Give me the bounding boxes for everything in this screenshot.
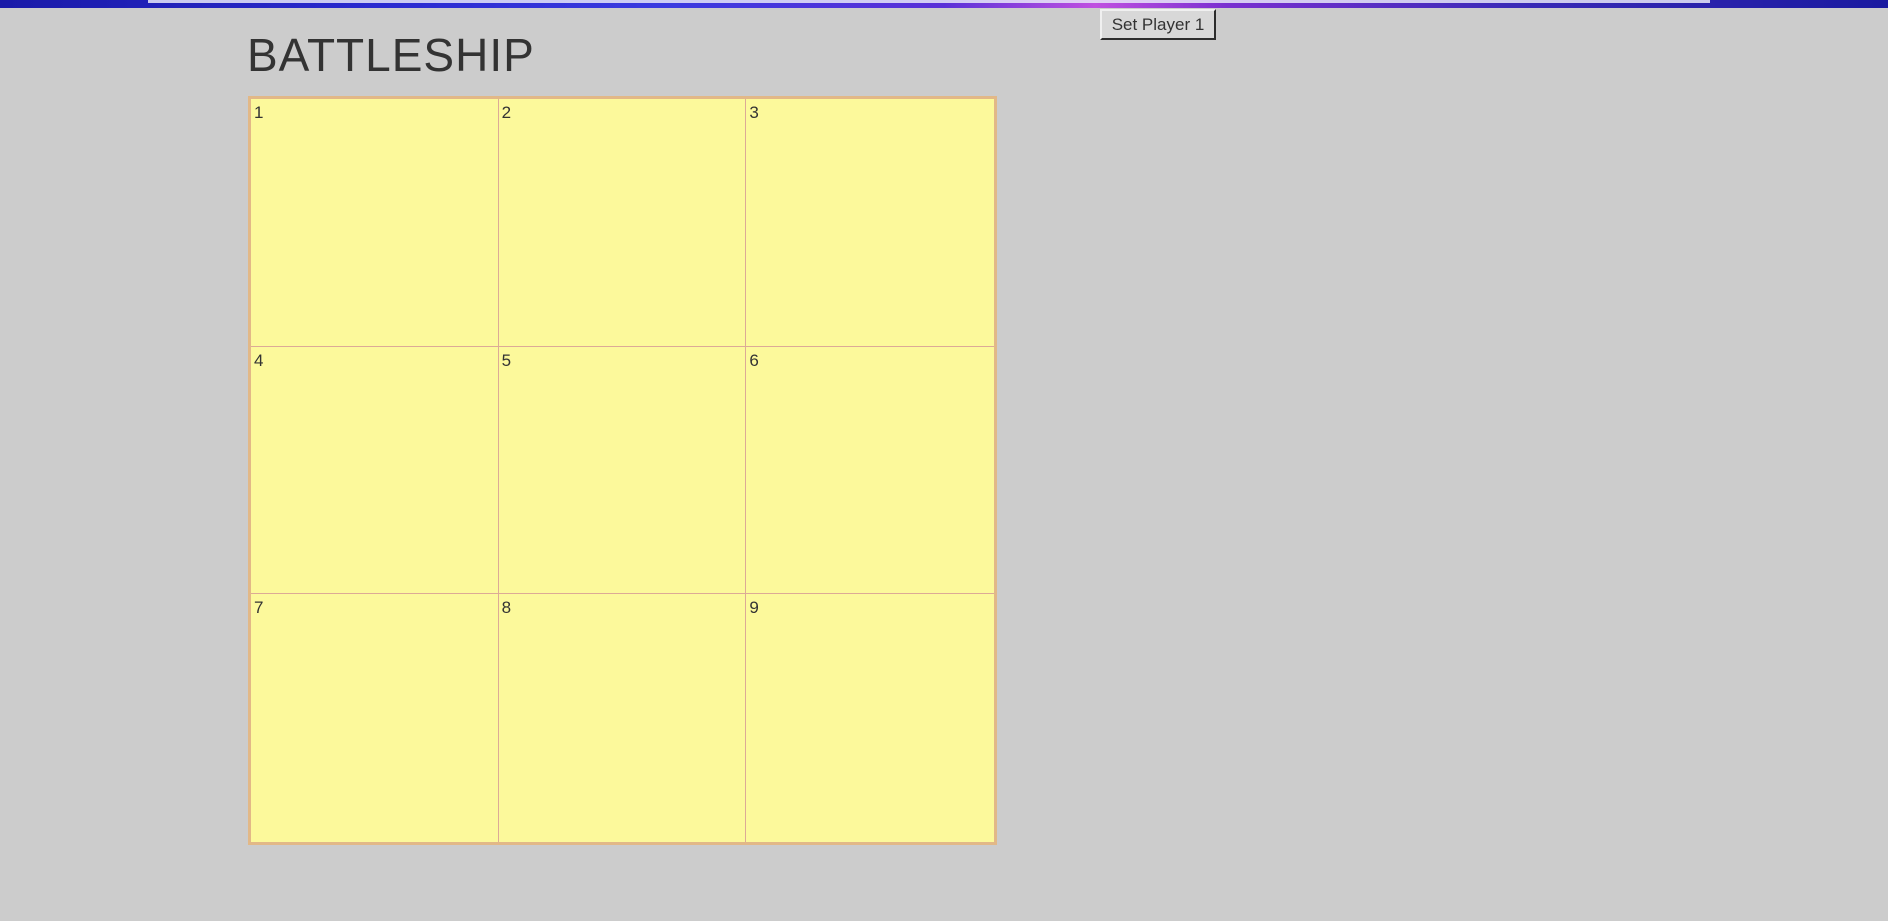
cell-number: 9	[749, 598, 759, 618]
set-player-button[interactable]: Set Player 1	[1100, 9, 1216, 40]
game-board: 1 2 3 4 5 6 7 8 9	[248, 96, 997, 845]
page: BATTLESHIP Set Player 1 1 2 3 4 5 6 7 8 …	[0, 0, 1888, 921]
cell-number: 5	[501, 350, 512, 370]
board-cell-6[interactable]: 6	[746, 346, 994, 595]
board-cell-3[interactable]: 3	[746, 99, 994, 347]
cell-number: 7	[254, 598, 264, 618]
top-banner-line	[148, 0, 1710, 3]
cell-number: 2	[501, 103, 512, 122]
cell-number: 3	[749, 103, 759, 122]
page-title: BATTLESHIP	[247, 29, 535, 81]
board-cell-5[interactable]: 5	[498, 346, 747, 595]
board-cell-7[interactable]: 7	[251, 594, 499, 842]
cell-number: 8	[501, 598, 512, 618]
board-cell-1[interactable]: 1	[251, 99, 499, 347]
board-cell-9[interactable]: 9	[746, 594, 994, 842]
top-banner	[0, 0, 1888, 8]
cell-number: 4	[254, 350, 264, 370]
cell-number: 6	[749, 350, 759, 370]
board-cell-4[interactable]: 4	[251, 346, 499, 595]
board-cell-2[interactable]: 2	[498, 99, 747, 347]
cell-number: 1	[254, 103, 264, 122]
board-cell-8[interactable]: 8	[498, 594, 747, 842]
